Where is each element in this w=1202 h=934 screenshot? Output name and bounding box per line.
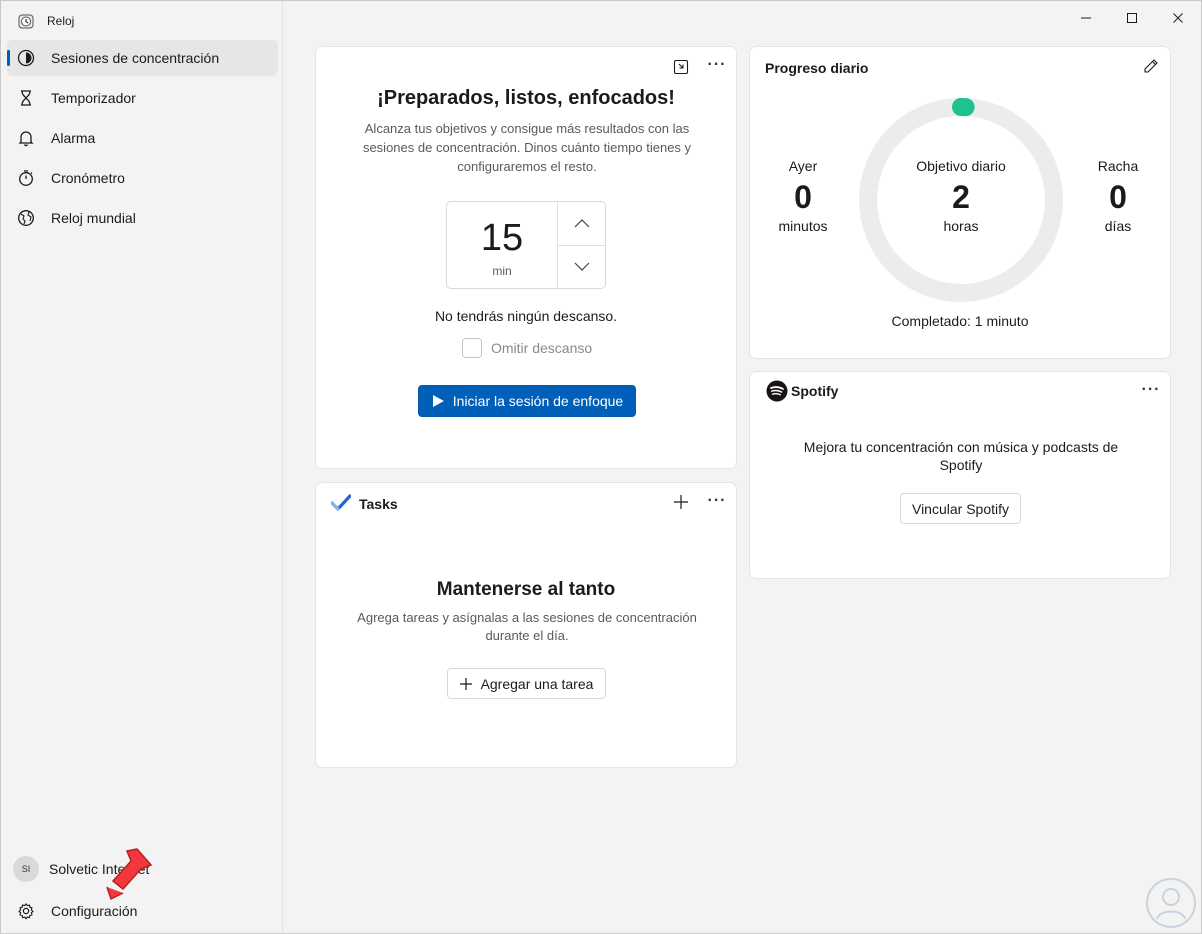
streak-unit: días	[1104, 218, 1132, 234]
yesterday-unit: minutos	[778, 218, 828, 234]
daily-progress-card: Progreso diario Ayer 0 minutos Objetivo …	[749, 46, 1171, 359]
tasks-more-options-button[interactable]: ···	[705, 489, 729, 513]
skip-break-option[interactable]: Omitir descanso	[462, 338, 592, 358]
sidebar-item-label: Cronómetro	[51, 170, 125, 186]
focus-more-options-button[interactable]: ···	[705, 53, 729, 77]
break-info: No tendrás ningún descanso.	[434, 308, 618, 324]
app-title: Reloj	[47, 14, 75, 28]
yesterday-label: Ayer	[788, 158, 818, 174]
decrease-minutes-button[interactable]	[558, 246, 605, 289]
more-icon: ···	[707, 56, 727, 73]
settings-label: Configuración	[51, 903, 138, 919]
stepper-arrows	[558, 202, 605, 288]
compact-mode-button[interactable]	[669, 55, 693, 79]
focus-session-card: ··· ¡Preparados, listos, enfocados! Alca…	[315, 46, 737, 469]
skip-break-label: Omitir descanso	[491, 340, 593, 356]
spotify-description: Mejora tu concentración con música y pod…	[803, 439, 1119, 473]
bell-icon	[18, 131, 34, 147]
close-button[interactable]	[1155, 1, 1201, 35]
yesterday-value: 0	[794, 179, 812, 215]
sidebar-item-label: Sesiones de concentración	[51, 50, 220, 66]
progress-title: Progreso diario	[765, 60, 869, 76]
minimize-button[interactable]	[1063, 1, 1109, 35]
increase-minutes-button[interactable]	[558, 202, 605, 246]
close-icon	[1173, 13, 1183, 23]
daily-goal-unit: horas	[943, 218, 979, 234]
hourglass-icon	[21, 90, 31, 106]
app-window: Reloj Sesiones de concentración Temporiz…	[0, 0, 1202, 934]
gear-icon	[18, 903, 34, 920]
focus-icon	[17, 49, 35, 67]
sidebar-item-stopwatch[interactable]: Cronómetro	[7, 160, 278, 196]
tasks-heading: Mantenerse al tanto	[436, 579, 616, 600]
sidebar-item-label: Reloj mundial	[51, 210, 136, 226]
tasks-description: Agrega tareas y asígnalas a las sesiones…	[357, 610, 697, 643]
chevron-up-icon	[574, 219, 589, 228]
completed-text: Completado: 1 minuto	[891, 313, 1029, 329]
stopwatch-icon	[19, 170, 33, 186]
spotify-card: Spotify ··· Mejora tu concentración con …	[749, 371, 1171, 579]
daily-goal-stat: Objetivo diario 2 horas	[900, 158, 1022, 234]
maximize-button[interactable]	[1109, 1, 1155, 35]
minutes-number: 15	[480, 217, 524, 259]
minutes-value[interactable]: 15 min	[447, 202, 558, 288]
app-title-bar: Reloj	[17, 11, 74, 31]
streak-label: Racha	[1097, 158, 1139, 174]
minutes-unit: min	[492, 264, 512, 278]
tasks-title: Tasks	[359, 496, 398, 512]
add-task-button[interactable]: Agregar una tarea	[447, 668, 606, 699]
sidebar-item-focus-sessions[interactable]: Sesiones de concentración	[7, 40, 278, 76]
picture-in-picture-icon	[673, 59, 689, 75]
sidebar-item-label: Alarma	[51, 130, 96, 146]
daily-goal-value: 2	[952, 179, 970, 215]
skip-break-checkbox[interactable]	[462, 338, 482, 358]
yesterday-stat: Ayer 0 minutos	[768, 158, 838, 234]
edit-goal-button[interactable]	[1139, 54, 1163, 78]
link-spotify-button[interactable]: Vincular Spotify	[900, 493, 1021, 524]
clock-app-icon	[18, 14, 34, 29]
todo-check-icon	[331, 494, 351, 511]
spotify-brand: Spotify	[791, 383, 839, 399]
start-focus-session-button[interactable]: Iniciar la sesión de enfoque	[418, 385, 636, 417]
pencil-icon	[1144, 59, 1158, 73]
sidebar: Reloj Sesiones de concentración Temporiz…	[1, 1, 283, 933]
red-arrow-annotation-icon	[106, 848, 153, 901]
more-icon: ···	[1141, 381, 1161, 398]
minimize-icon	[1081, 17, 1091, 19]
spotify-more-options-button[interactable]: ···	[1139, 378, 1163, 402]
sidebar-nav: Sesiones de concentración Temporizador A…	[7, 40, 278, 240]
plus-icon	[674, 495, 688, 509]
sidebar-item-timer[interactable]: Temporizador	[7, 80, 278, 116]
avatar: SI	[13, 856, 39, 882]
play-icon	[432, 395, 444, 407]
maximize-icon	[1127, 13, 1137, 23]
tasks-card: Tasks ··· Mantenerse al tanto Agrega tar…	[315, 482, 737, 768]
focus-description: Alcanza tus objetivos y consigue más res…	[362, 121, 692, 174]
add-task-label: Agregar una tarea	[480, 675, 594, 692]
plus-icon	[459, 677, 472, 690]
streak-stat: Racha 0 días	[1088, 158, 1148, 234]
minutes-stepper[interactable]: 15 min	[446, 201, 606, 289]
watermark-logo-icon	[1146, 878, 1196, 928]
add-task-icon-button[interactable]	[669, 490, 693, 514]
sidebar-item-label: Temporizador	[51, 90, 136, 106]
daily-goal-label: Objetivo diario	[916, 158, 1006, 174]
spotify-icon	[766, 380, 788, 402]
sidebar-item-alarm[interactable]: Alarma	[7, 120, 278, 156]
window-controls	[1063, 1, 1201, 35]
focus-title: ¡Preparados, listos, enfocados!	[377, 87, 675, 109]
start-focus-session-label: Iniciar la sesión de enfoque	[452, 393, 624, 409]
streak-value: 0	[1109, 179, 1127, 215]
chevron-down-icon	[574, 262, 589, 271]
sidebar-item-world-clock[interactable]: Reloj mundial	[7, 200, 278, 236]
globe-icon	[18, 210, 34, 226]
spotify-logo: Spotify	[766, 380, 838, 402]
more-icon: ···	[707, 492, 727, 509]
